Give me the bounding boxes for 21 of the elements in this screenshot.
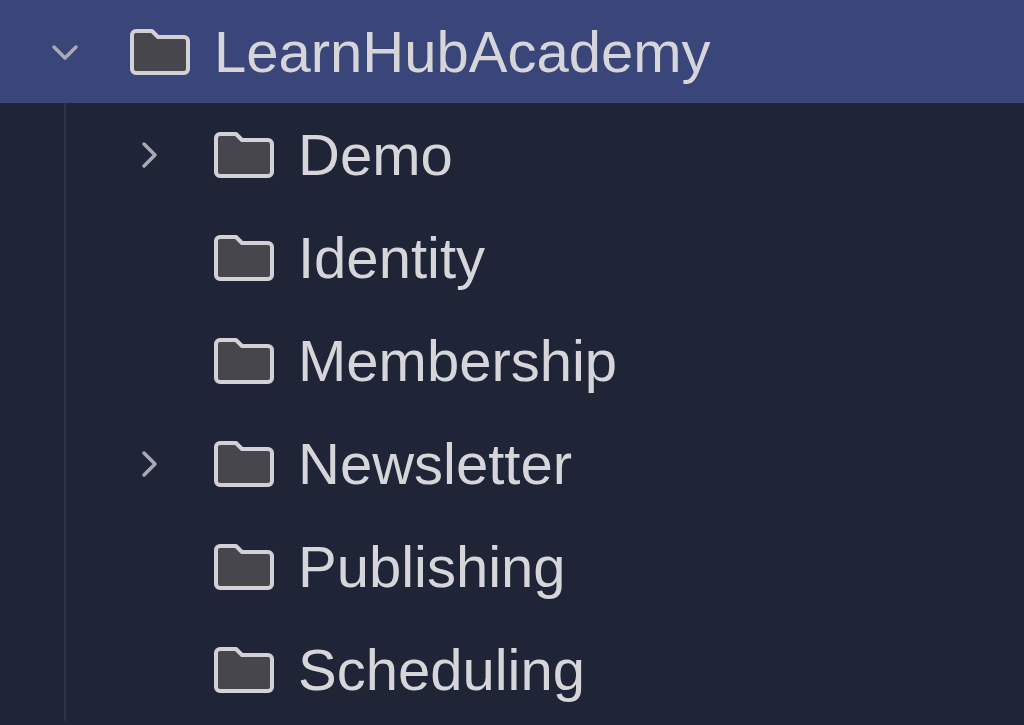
folder-icon [212, 438, 276, 489]
folder-label: LearnHubAcademy [214, 18, 711, 85]
tree-row[interactable]: Identity [0, 206, 1024, 309]
tree-row[interactable]: Scheduling [0, 618, 1024, 721]
tree-row[interactable]: Demo [0, 103, 1024, 206]
folder-icon [212, 232, 276, 283]
tree-row[interactable]: Newsletter [0, 412, 1024, 515]
folder-label: Identity [298, 224, 485, 291]
folder-label: Newsletter [298, 430, 572, 497]
folder-icon [212, 644, 276, 695]
folder-icon [212, 541, 276, 592]
folder-icon [212, 129, 276, 180]
tree-row[interactable]: Publishing [0, 515, 1024, 618]
tree-row[interactable]: LearnHubAcademy [0, 0, 1024, 103]
tree-row[interactable]: Membership [0, 309, 1024, 412]
folder-icon [212, 335, 276, 386]
folder-label: Publishing [298, 533, 566, 600]
folder-label: Scheduling [298, 636, 585, 703]
folder-label: Demo [298, 121, 453, 188]
folder-label: Membership [298, 327, 618, 394]
folder-icon [128, 26, 192, 77]
